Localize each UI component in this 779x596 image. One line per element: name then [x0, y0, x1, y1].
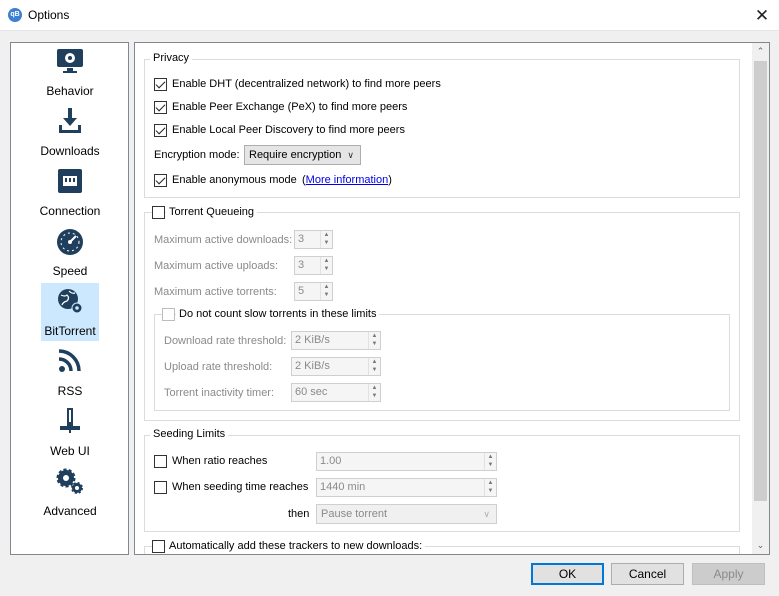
trackers-label: Automatically add these trackers to new … [166, 540, 426, 552]
upload-rate-threshold-label: Upload rate threshold: [164, 361, 273, 373]
ratio-spinbox[interactable]: 1.00 ▲ ▼ [316, 452, 497, 471]
sidebar-item-bittorrent[interactable]: BitTorrent [41, 283, 99, 341]
then-label: then [288, 508, 310, 520]
max-torrents-label: Maximum active torrents: [154, 286, 277, 298]
seeding-time-value: 1440 min [320, 481, 366, 493]
chevron-down-icon: ∨ [347, 150, 354, 160]
seeding-action-value: Pause torrent [321, 508, 388, 520]
spin-arrows-icon: ▲ ▼ [368, 358, 380, 375]
ratio-label: When ratio reaches [172, 455, 268, 467]
max-uploads-label: Maximum active uploads: [154, 260, 279, 272]
download-tray-icon [59, 108, 81, 133]
max-downloads-value: 3 [298, 233, 305, 245]
max-uploads-value: 3 [298, 259, 305, 271]
max-torrents-value: 5 [298, 285, 305, 297]
spin-arrows-icon: ▲ ▼ [484, 453, 496, 470]
upload-rate-threshold-spinbox[interactable]: 2 KiB/s ▲ ▼ [291, 357, 381, 376]
spin-arrows-icon: ▲ ▼ [368, 332, 380, 349]
download-rate-threshold-value: 2 KiB/s [295, 334, 330, 346]
ratio-value: 1.00 [320, 455, 342, 467]
sidebar-item-behavior[interactable]: Behavior [41, 43, 99, 101]
sidebar-item-rss[interactable]: RSS [41, 343, 99, 401]
dht-checkbox[interactable] [154, 78, 167, 91]
globe-gear-icon [58, 289, 83, 314]
sidebar-item-advanced[interactable]: Advanced [41, 463, 99, 521]
sidebar-item-web-ui[interactable]: Web UI [41, 403, 99, 461]
spin-arrows-icon: ▲ ▼ [484, 479, 496, 496]
sidebar-item-label: Web UI [50, 444, 90, 458]
qbittorrent-app-icon: qB [8, 8, 22, 22]
download-rate-threshold-spinbox[interactable]: 2 KiB/s ▲ ▼ [291, 331, 381, 350]
torrent-inactivity-timer-label: Torrent inactivity timer: [164, 387, 275, 399]
spin-arrows-icon: ▲ ▼ [320, 283, 332, 300]
cancel-button[interactable]: Cancel [611, 563, 684, 585]
seeding-time-label: When seeding time reaches [172, 481, 309, 493]
anonymous-mode-checkbox[interactable] [154, 174, 167, 187]
monitor-gear-icon [57, 49, 83, 73]
torrent-inactivity-timer-spinbox[interactable]: 60 sec ▲ ▼ [291, 383, 381, 402]
sidebar-item-label: Downloads [40, 144, 100, 158]
sidebar-item-label: Advanced [43, 504, 97, 518]
options-sidebar: Behavior Downloads Connection Speed BitT… [10, 42, 129, 555]
bittorrent-settings-panel: Privacy Enable DHT (decentralized networ… [134, 42, 770, 555]
sidebar-item-label: Speed [52, 264, 88, 278]
web-ui-icon [60, 408, 80, 433]
encryption-mode-label: Encryption mode: [154, 149, 240, 161]
pex-label: Enable Peer Exchange (PeX) to find more … [172, 101, 408, 113]
sidebar-item-connection[interactable]: Connection [40, 163, 100, 221]
close-button[interactable]: ✕ [745, 0, 779, 31]
torrent-queueing-title: Torrent Queueing [166, 206, 257, 218]
sidebar-item-speed[interactable]: Speed [41, 223, 99, 281]
upload-rate-threshold-value: 2 KiB/s [295, 360, 330, 372]
torrent-queueing-checkbox[interactable] [152, 206, 165, 219]
dht-label: Enable DHT (decentralized network) to fi… [172, 78, 441, 90]
scroll-up-icon[interactable]: ⌃ [752, 43, 769, 60]
encryption-mode-value: Require encryption [249, 149, 342, 161]
sidebar-item-label: Behavior [46, 84, 94, 98]
sidebar-item-label: RSS [57, 384, 83, 398]
paren-close: ) [388, 174, 392, 186]
window-title: Options [28, 8, 70, 22]
lpd-label: Enable Local Peer Discovery to find more… [172, 124, 405, 136]
title-bar: qB Options ✕ [0, 0, 779, 31]
max-uploads-spinbox[interactable]: 3 ▲ ▼ [294, 256, 333, 275]
apply-button[interactable]: Apply [692, 563, 765, 585]
slow-torrents-checkbox[interactable] [162, 308, 175, 321]
more-information-link[interactable]: More information [306, 174, 389, 186]
pex-checkbox[interactable] [154, 101, 167, 114]
scroll-down-icon[interactable]: ⌄ [752, 537, 769, 554]
download-rate-threshold-label: Download rate threshold: [164, 335, 287, 347]
lpd-checkbox[interactable] [154, 124, 167, 137]
spin-arrows-icon: ▲ ▼ [368, 384, 380, 401]
max-downloads-label: Maximum active downloads: [154, 234, 293, 246]
trackers-checkbox[interactable] [152, 540, 165, 553]
gears-icon [56, 468, 83, 494]
ratio-checkbox[interactable] [154, 455, 167, 468]
sidebar-item-downloads[interactable]: Downloads [40, 103, 100, 161]
vertical-scrollbar[interactable]: ⌃ ⌄ [752, 43, 769, 554]
spin-arrows-icon: ▲ ▼ [320, 257, 332, 274]
encryption-mode-select[interactable]: Require encryption ∨ [244, 145, 361, 165]
scrollbar-thumb[interactable] [754, 61, 767, 501]
spin-arrows-icon: ▲ ▼ [320, 231, 332, 248]
slow-torrents-label: Do not count slow torrents in these limi… [176, 308, 380, 320]
seeding-time-spinbox[interactable]: 1440 min ▲ ▼ [316, 478, 497, 497]
rss-feed-icon [58, 349, 81, 372]
more-information-group: (More information) [302, 174, 392, 186]
torrent-inactivity-timer-value: 60 sec [295, 386, 328, 398]
speedometer-icon [57, 229, 83, 255]
chevron-down-icon: ∨ [483, 509, 490, 519]
ok-button[interactable]: OK [531, 563, 604, 585]
seeding-limits-title: Seeding Limits [150, 428, 229, 440]
seeding-time-checkbox[interactable] [154, 481, 167, 494]
max-downloads-spinbox[interactable]: 3 ▲ ▼ [294, 230, 333, 249]
seeding-action-select[interactable]: Pause torrent ∨ [316, 504, 497, 524]
privacy-group-title: Privacy [150, 52, 193, 64]
network-port-icon [58, 169, 82, 193]
sidebar-item-label: Connection [39, 204, 101, 218]
sidebar-item-label: BitTorrent [44, 324, 96, 338]
max-torrents-spinbox[interactable]: 5 ▲ ▼ [294, 282, 333, 301]
anonymous-mode-label: Enable anonymous mode [172, 174, 297, 186]
